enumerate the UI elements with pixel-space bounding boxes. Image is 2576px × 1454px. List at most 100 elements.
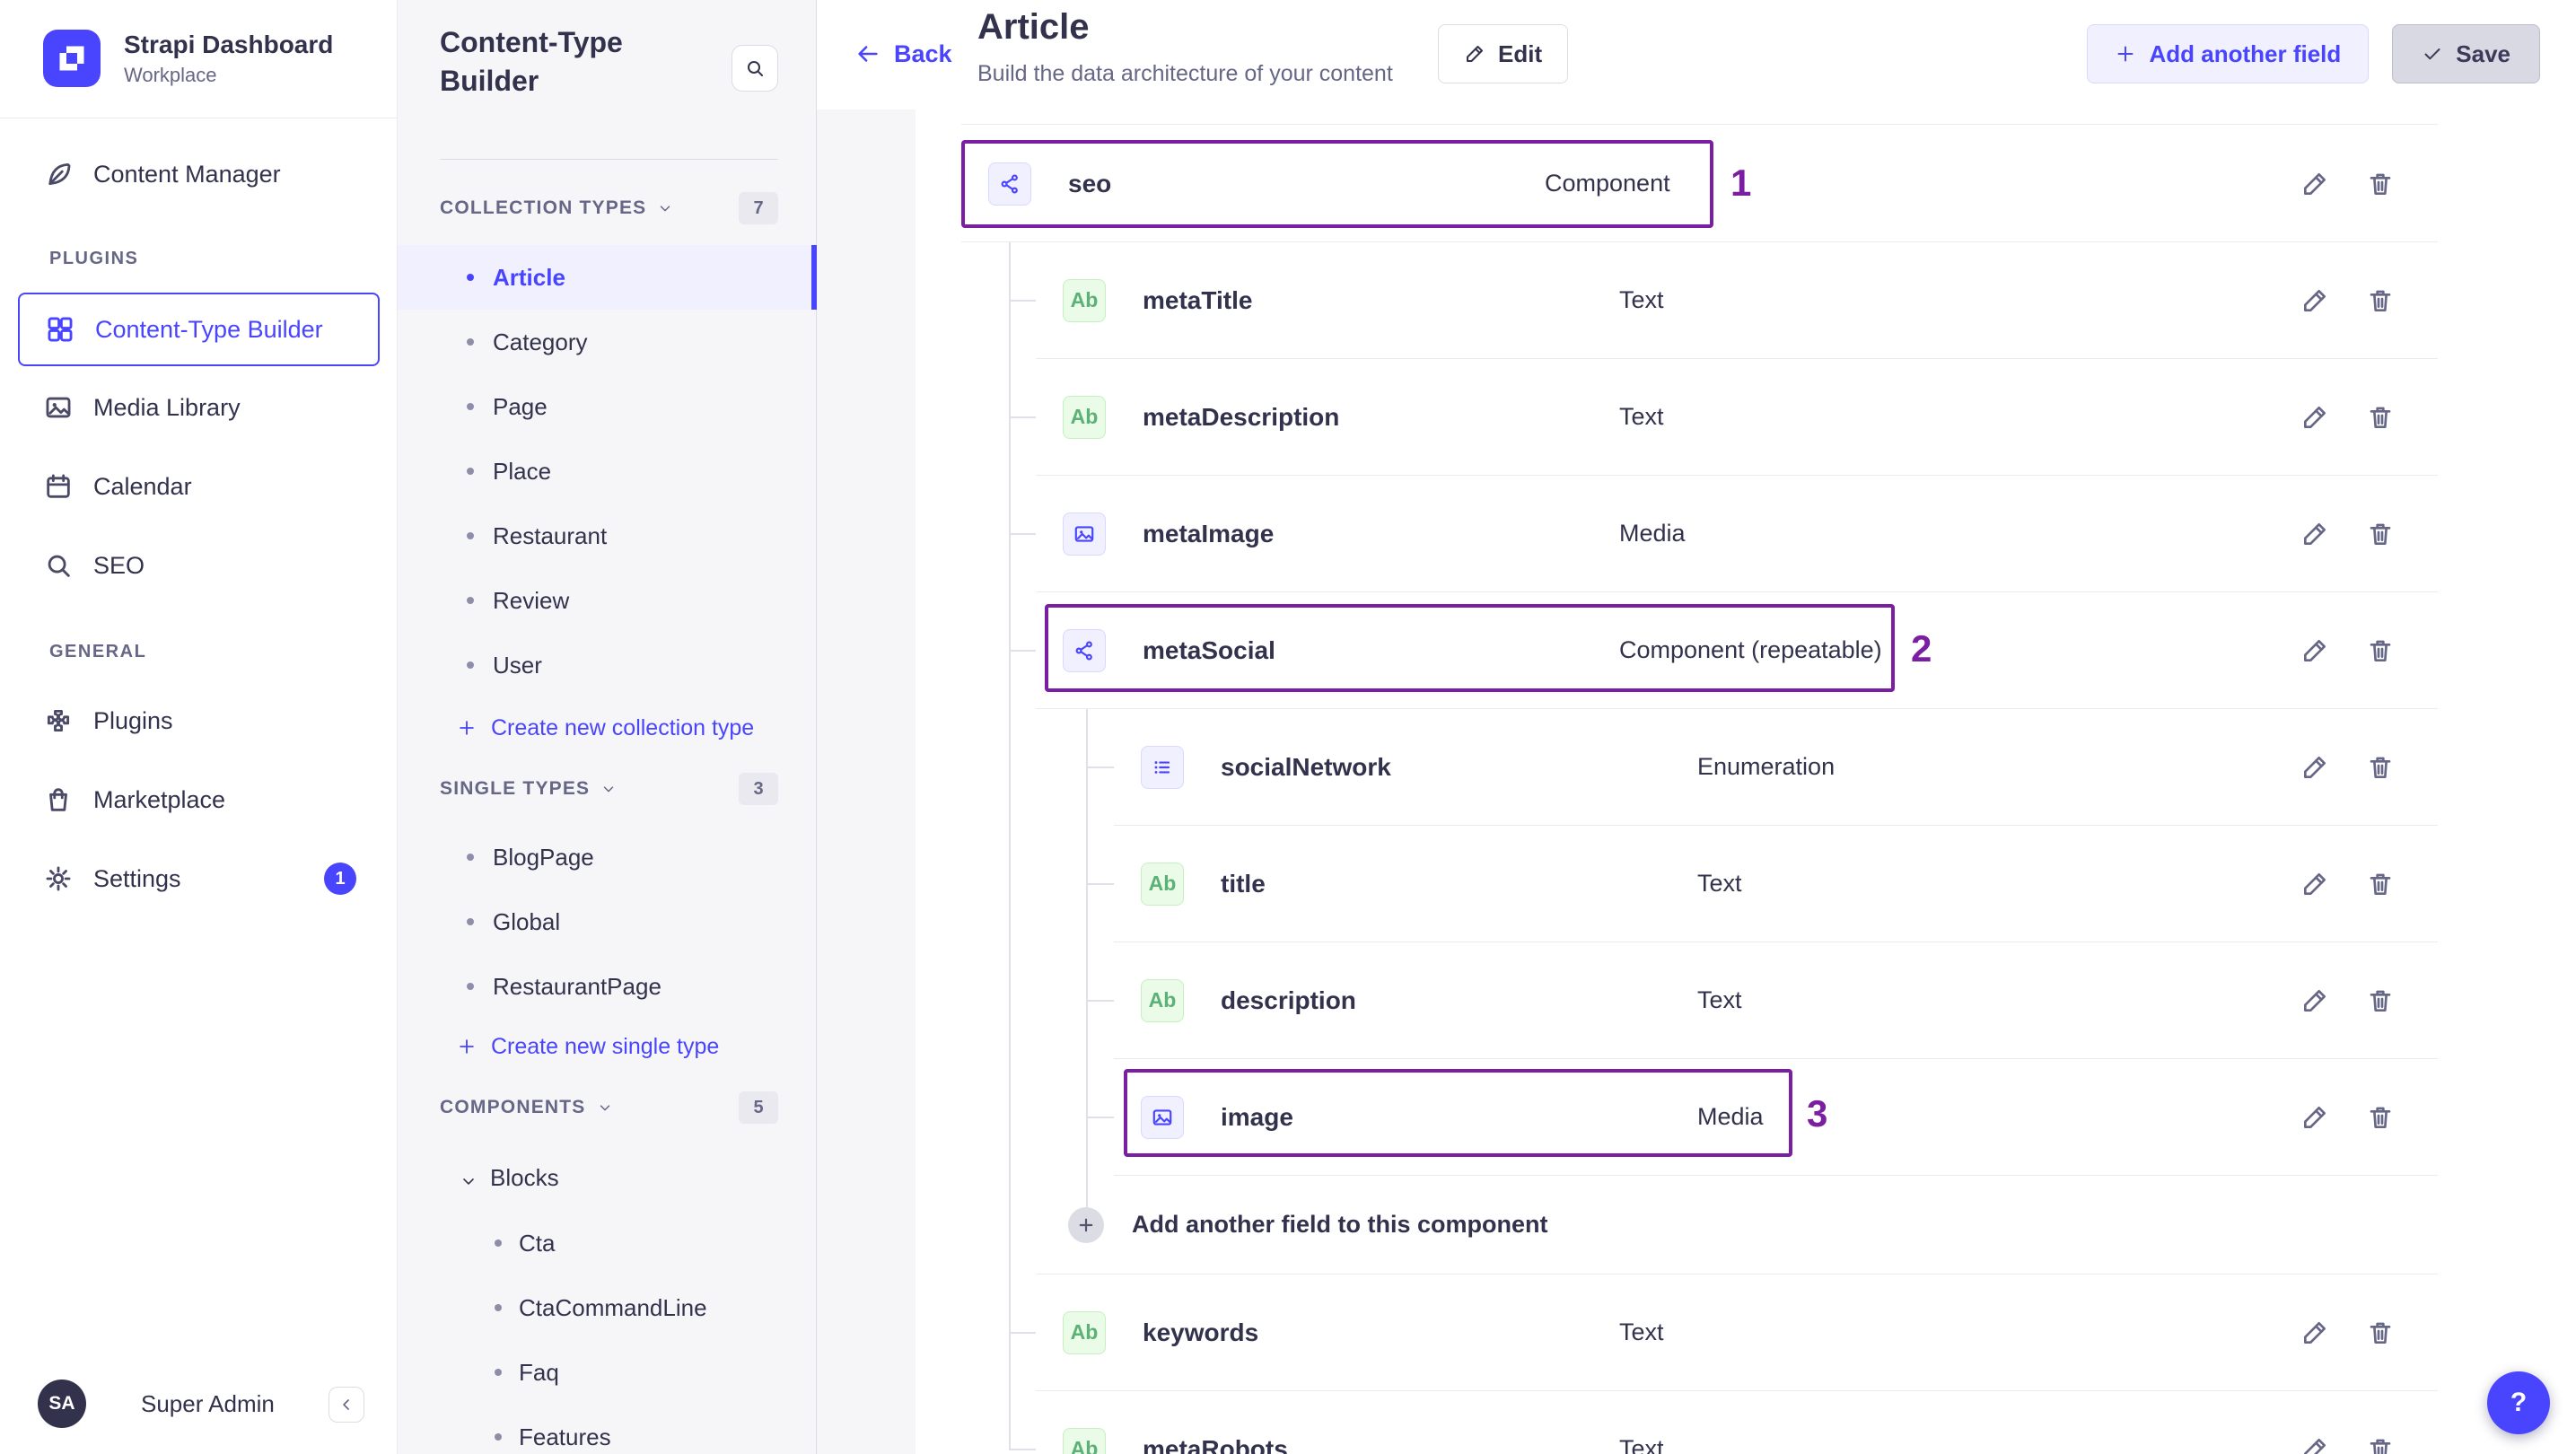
- field-row-title[interactable]: Ab title Text: [1114, 826, 2438, 942]
- delete-field-button[interactable]: [2366, 170, 2395, 198]
- subnav-item-restaurantpage[interactable]: RestaurantPage: [398, 954, 817, 1019]
- delete-field-button[interactable]: [2366, 1103, 2395, 1132]
- count-badge: 7: [739, 192, 778, 224]
- create-collection-type-link[interactable]: Create new collection type: [457, 706, 754, 749]
- subnav-item-user[interactable]: User: [398, 633, 817, 697]
- tree-line: [1086, 1117, 1114, 1118]
- fields-list: seo Component Ab metaTitle Text Ab metaD…: [916, 109, 2576, 1454]
- sidebar-item-settings[interactable]: Settings 1: [18, 852, 380, 906]
- chevron-down-icon: [597, 1099, 613, 1116]
- field-row-seo[interactable]: seo Component: [961, 126, 2438, 242]
- delete-field-button[interactable]: [2366, 403, 2395, 432]
- arrow-left-icon: [854, 40, 881, 67]
- edit-field-button[interactable]: [2300, 1318, 2329, 1347]
- bullet-icon: [467, 338, 474, 346]
- subnav-item-review[interactable]: Review: [398, 568, 817, 633]
- delete-field-button[interactable]: [2366, 753, 2395, 782]
- sidebar-item-media-library[interactable]: Media Library: [18, 381, 380, 434]
- field-row-keywords[interactable]: Ab keywords Text: [1036, 1274, 2438, 1391]
- edit-field-button[interactable]: [2300, 520, 2329, 548]
- subnav-item-place[interactable]: Place: [398, 439, 817, 504]
- save-button[interactable]: Save: [2392, 24, 2540, 83]
- delete-field-button[interactable]: [2366, 1435, 2395, 1454]
- edit-button[interactable]: Edit: [1438, 24, 1569, 83]
- sidebar-item-label: Content-Type Builder: [95, 315, 323, 343]
- field-row-description[interactable]: Ab description Text: [1114, 942, 2438, 1059]
- sidebar-item-label: Plugins: [93, 706, 173, 734]
- tree-line: [1009, 533, 1036, 535]
- subnav-item-features[interactable]: Features: [398, 1405, 817, 1454]
- edit-field-button[interactable]: [2300, 170, 2329, 198]
- delete-field-button[interactable]: [2366, 636, 2395, 665]
- sidebar-item-content-type-builder[interactable]: Content-Type Builder: [18, 293, 380, 366]
- back-link[interactable]: Back: [854, 32, 952, 75]
- bullet-icon: [467, 918, 474, 925]
- bullet-icon: [495, 1433, 502, 1441]
- field-row-metatitle[interactable]: Ab metaTitle Text: [1036, 242, 2438, 359]
- annotation-number-1: 1: [1730, 162, 1752, 204]
- plus-icon: [457, 1037, 477, 1056]
- plus-icon: [457, 718, 477, 738]
- field-row-metaimage[interactable]: metaImage Media: [1036, 476, 2438, 592]
- create-single-type-link[interactable]: Create new single type: [457, 1025, 719, 1068]
- component-category-blocks[interactable]: Blocks: [460, 1152, 559, 1203]
- sidebar-item-label: Settings: [93, 864, 181, 892]
- add-field-to-component-button[interactable]: [1068, 1206, 1104, 1243]
- nav-section-plugins: PLUGINS: [49, 249, 139, 268]
- delete-field-button[interactable]: [2366, 520, 2395, 548]
- field-row-metadescription[interactable]: Ab metaDescription Text: [1036, 359, 2438, 476]
- field-row-image[interactable]: image Media: [1114, 1059, 2438, 1176]
- subnav-item-cta[interactable]: Cta: [398, 1211, 817, 1275]
- text-field-icon: Ab: [1063, 1310, 1106, 1354]
- delete-field-button[interactable]: [2366, 986, 2395, 1015]
- field-row-metarobots[interactable]: Ab metaRobots Text: [1036, 1391, 2438, 1454]
- edit-field-button[interactable]: [2300, 1435, 2329, 1454]
- edit-field-button[interactable]: [2300, 403, 2329, 432]
- settings-notification-badge: 1: [324, 863, 356, 895]
- tree-line: [1086, 883, 1114, 885]
- text-field-icon: Ab: [1141, 978, 1184, 1022]
- sidebar-item-plugins[interactable]: Plugins: [18, 694, 380, 748]
- edit-field-button[interactable]: [2300, 1103, 2329, 1132]
- divider: [961, 124, 2438, 125]
- delete-field-button[interactable]: [2366, 870, 2395, 898]
- edit-field-button[interactable]: [2300, 636, 2329, 665]
- field-row-metasocial[interactable]: metaSocial Component (repeatable): [1036, 592, 2438, 709]
- subnav-item-global[interactable]: Global: [398, 889, 817, 954]
- sidebar-item-label: Media Library: [93, 393, 241, 421]
- bullet-icon: [467, 468, 474, 475]
- edit-field-button[interactable]: [2300, 286, 2329, 315]
- sidebar-item-seo[interactable]: SEO: [18, 539, 380, 592]
- component-icon: [988, 162, 1031, 206]
- calendar-icon: [43, 471, 74, 502]
- subnav-item-blogpage[interactable]: BlogPage: [398, 825, 817, 889]
- help-button[interactable]: ?: [2487, 1371, 2550, 1434]
- edit-field-button[interactable]: [2300, 753, 2329, 782]
- collapse-sidebar-button[interactable]: [329, 1387, 364, 1423]
- sidebar-item-calendar[interactable]: Calendar: [18, 460, 380, 513]
- tree-line: [1009, 650, 1036, 652]
- subnav-item-category[interactable]: Category: [398, 310, 817, 374]
- content-manager-icon: [43, 159, 74, 189]
- sidebar-item-marketplace[interactable]: Marketplace: [18, 773, 380, 827]
- edit-field-button[interactable]: [2300, 986, 2329, 1015]
- text-field-icon: Ab: [1063, 395, 1106, 439]
- components-header[interactable]: COMPONENTS 5: [440, 1090, 778, 1126]
- divider: [440, 159, 778, 160]
- search-button[interactable]: [732, 45, 778, 92]
- subnav-item-ctacommandline[interactable]: CtaCommandLine: [398, 1275, 817, 1340]
- subnav-item-restaurant[interactable]: Restaurant: [398, 504, 817, 568]
- collection-types-header[interactable]: COLLECTION TYPES 7: [440, 190, 778, 226]
- puzzle-icon: [43, 705, 74, 736]
- subnav-item-faq[interactable]: Faq: [398, 1340, 817, 1405]
- subnav-item-page[interactable]: Page: [398, 374, 817, 439]
- delete-field-button[interactable]: [2366, 1318, 2395, 1347]
- add-another-field-button[interactable]: Add another field: [2087, 24, 2370, 83]
- page-title: Article: [977, 7, 1090, 47]
- sidebar-item-content-manager[interactable]: Content Manager: [18, 147, 380, 201]
- delete-field-button[interactable]: [2366, 286, 2395, 315]
- single-types-header[interactable]: SINGLE TYPES 3: [440, 771, 778, 807]
- subnav-item-article[interactable]: Article: [398, 245, 817, 310]
- edit-field-button[interactable]: [2300, 870, 2329, 898]
- field-row-socialnetwork[interactable]: socialNetwork Enumeration: [1114, 709, 2438, 826]
